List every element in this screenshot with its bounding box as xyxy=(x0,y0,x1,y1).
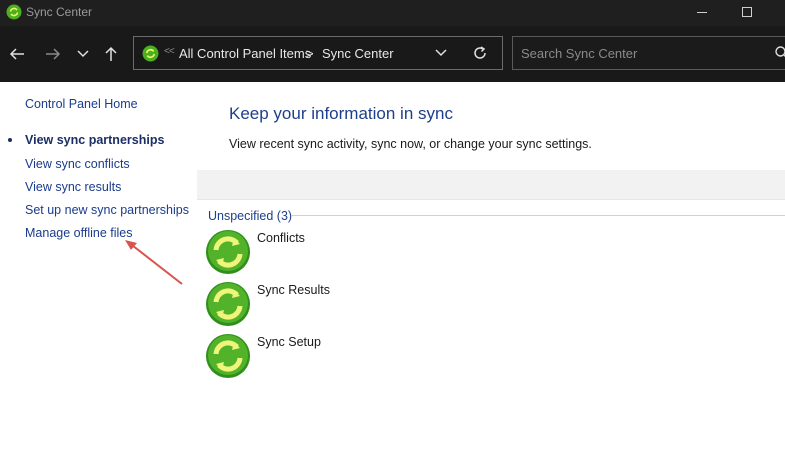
sync-icon xyxy=(206,282,250,326)
address-dropdown-icon[interactable] xyxy=(434,47,448,59)
command-toolbar xyxy=(197,170,785,200)
group-header-unspecified[interactable]: Unspecified (3) xyxy=(208,209,292,223)
annotation-arrow xyxy=(125,240,183,285)
sync-item-label: Sync Setup xyxy=(257,335,321,349)
breadcrumb-sync-center[interactable]: Sync Center xyxy=(322,46,394,61)
page-description: View recent sync activity, sync now, or … xyxy=(229,137,592,151)
view-sync-results-link[interactable]: View sync results xyxy=(25,180,121,194)
sync-item-label: Conflicts xyxy=(257,231,305,245)
address-bar[interactable]: << All Control Panel Items > Sync Center xyxy=(133,36,503,70)
up-arrow-icon xyxy=(105,46,117,61)
up-button[interactable] xyxy=(100,40,122,68)
page-heading: Keep your information in sync xyxy=(229,104,453,123)
set-up-new-sync-partnerships-link[interactable]: Set up new sync partnerships xyxy=(25,203,189,217)
minimize-button[interactable] xyxy=(690,0,714,26)
forward-button[interactable] xyxy=(42,40,64,68)
sync-center-location-icon xyxy=(142,45,159,62)
sync-item-sync-results[interactable]: Sync Results xyxy=(205,281,405,329)
search-icon[interactable] xyxy=(774,45,785,61)
navigation-bar: << All Control Panel Items > Sync Center… xyxy=(0,26,785,82)
back-button[interactable] xyxy=(6,40,28,68)
manage-offline-files-link[interactable]: Manage offline files xyxy=(25,226,132,240)
title-bar: Sync Center xyxy=(0,0,785,26)
sync-item-label: Sync Results xyxy=(257,283,330,297)
sync-item-conflicts[interactable]: Conflicts xyxy=(205,229,405,277)
chevron-down-icon xyxy=(77,50,89,58)
view-sync-conflicts-link[interactable]: View sync conflicts xyxy=(25,157,130,171)
sync-item-sync-setup[interactable]: Sync Setup xyxy=(205,333,405,381)
active-item-bullet xyxy=(8,138,12,142)
sync-center-window: Sync Center << All Control Panel Items >… xyxy=(0,0,785,462)
maximize-icon xyxy=(742,7,752,17)
refresh-icon[interactable] xyxy=(471,44,489,62)
minimize-icon xyxy=(697,12,707,13)
breadcrumb-all-control-panel-items[interactable]: All Control Panel Items xyxy=(179,46,311,61)
view-sync-partnerships-link[interactable]: View sync partnerships xyxy=(25,133,164,147)
breadcrumb-separator[interactable]: > xyxy=(306,46,314,61)
recent-locations-button[interactable] xyxy=(72,40,94,68)
maximize-button[interactable] xyxy=(735,0,759,26)
window-title: Sync Center xyxy=(26,5,93,19)
overflow-chevron-icon[interactable]: << xyxy=(164,46,175,57)
control-panel-home-link[interactable]: Control Panel Home xyxy=(25,97,138,111)
sync-icon xyxy=(206,230,250,274)
forward-arrow-icon xyxy=(46,48,61,60)
sync-icon xyxy=(206,334,250,378)
group-header-divider xyxy=(291,215,785,216)
sync-center-app-icon xyxy=(6,4,22,20)
back-arrow-icon xyxy=(9,48,24,60)
search-input[interactable]: Search Sync Center xyxy=(521,46,637,61)
search-box[interactable]: Search Sync Center xyxy=(512,36,785,70)
